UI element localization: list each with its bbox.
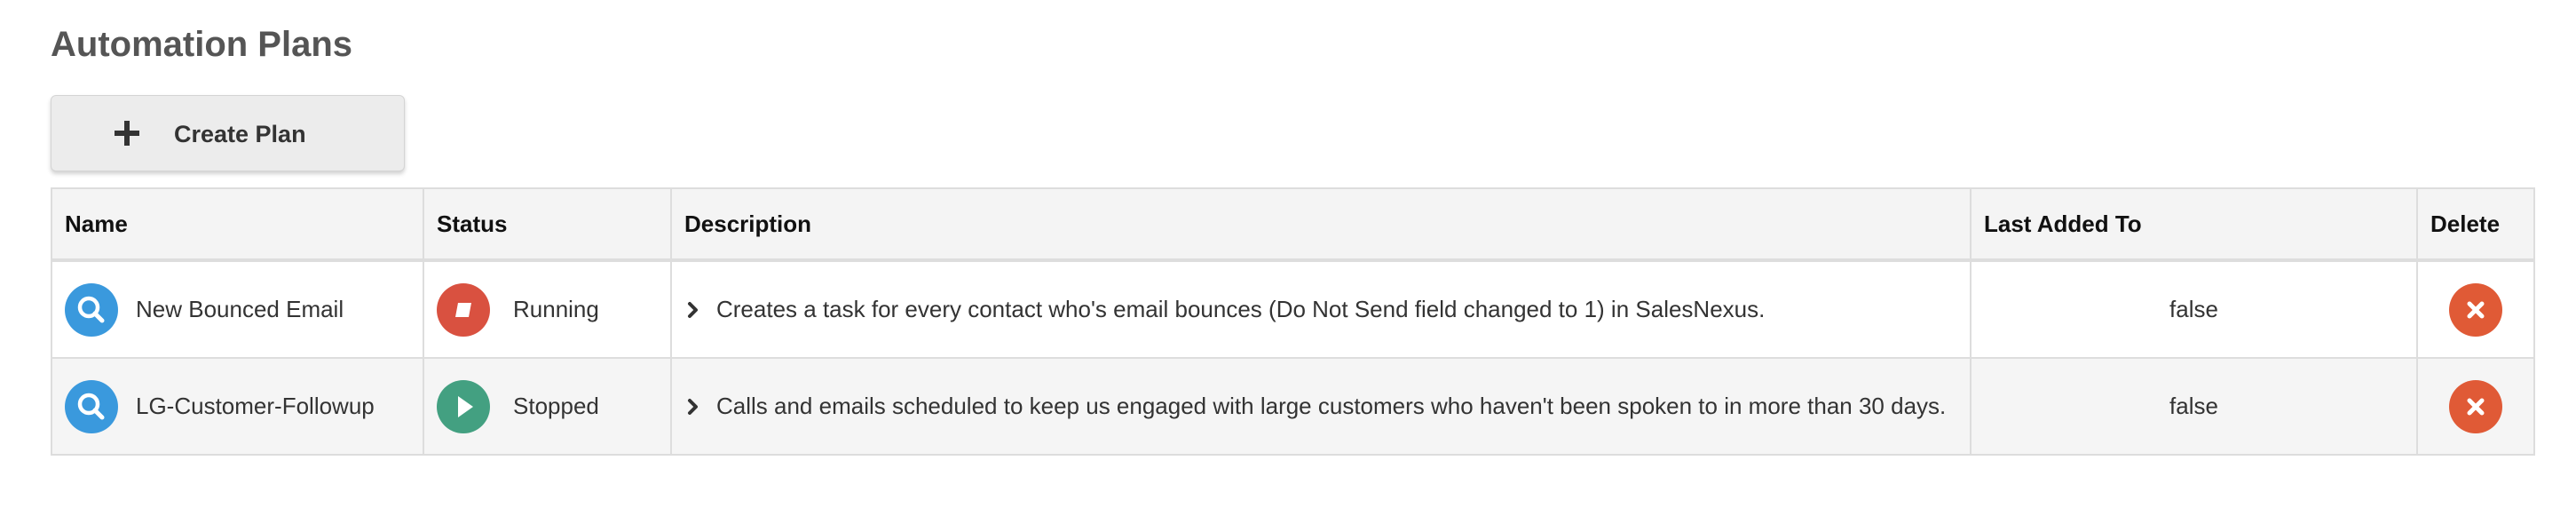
close-icon <box>2467 398 2485 415</box>
start-plan-button[interactable] <box>437 379 490 433</box>
view-plan-button[interactable] <box>65 282 118 337</box>
create-plan-button[interactable]: Create Plan <box>51 95 405 171</box>
name-cell: LG-Customer-Followup <box>51 357 424 456</box>
plan-name: LG-Customer-Followup <box>136 393 375 419</box>
table-row: LG-Customer-Followup Stopped Calls and e… <box>51 357 2535 456</box>
page-title: Automation Plans <box>51 25 353 64</box>
automation-plans-page: Automation Plans Create Plan Name Status… <box>0 0 2576 524</box>
play-icon <box>458 395 473 417</box>
table-row: New Bounced Email Running Creates a task… <box>51 259 2535 359</box>
close-icon <box>2467 301 2485 318</box>
last-added-to-value: false <box>1970 357 2418 456</box>
column-header-last-added-to[interactable]: Last Added To <box>1970 187 2418 262</box>
status-cell: Running <box>423 259 672 359</box>
plus-icon <box>115 121 139 146</box>
plan-name: New Bounced Email <box>136 296 344 322</box>
plan-description: Calls and emails scheduled to keep us en… <box>716 393 1947 419</box>
name-cell: New Bounced Email <box>51 259 424 359</box>
create-plan-label: Create Plan <box>174 121 306 147</box>
delete-plan-button[interactable] <box>2449 282 2502 337</box>
table-header-row: Name Status Description Last Added To De… <box>51 187 2535 262</box>
status-cell: Stopped <box>423 357 672 456</box>
view-plan-button[interactable] <box>65 379 118 433</box>
description-cell: Creates a task for every contact who's e… <box>670 259 1972 359</box>
plan-status: Running <box>513 296 599 322</box>
search-icon <box>77 296 105 322</box>
plan-description: Creates a task for every contact who's e… <box>716 296 1766 322</box>
stop-icon <box>455 302 471 317</box>
search-icon <box>77 393 105 419</box>
stop-plan-button[interactable] <box>437 282 490 337</box>
delete-cell <box>2416 259 2535 359</box>
delete-cell <box>2416 357 2535 456</box>
column-header-description[interactable]: Description <box>670 187 1972 262</box>
delete-plan-button[interactable] <box>2449 379 2502 433</box>
chevron-right-icon[interactable] <box>684 393 702 420</box>
description-cell: Calls and emails scheduled to keep us en… <box>670 357 1972 456</box>
column-header-name[interactable]: Name <box>51 187 424 262</box>
column-header-status[interactable]: Status <box>423 187 672 262</box>
chevron-right-icon[interactable] <box>684 297 702 323</box>
column-header-delete: Delete <box>2416 187 2535 262</box>
plans-table: Name Status Description Last Added To De… <box>51 187 2535 456</box>
plan-status: Stopped <box>513 393 599 419</box>
last-added-to-value: false <box>1970 259 2418 359</box>
